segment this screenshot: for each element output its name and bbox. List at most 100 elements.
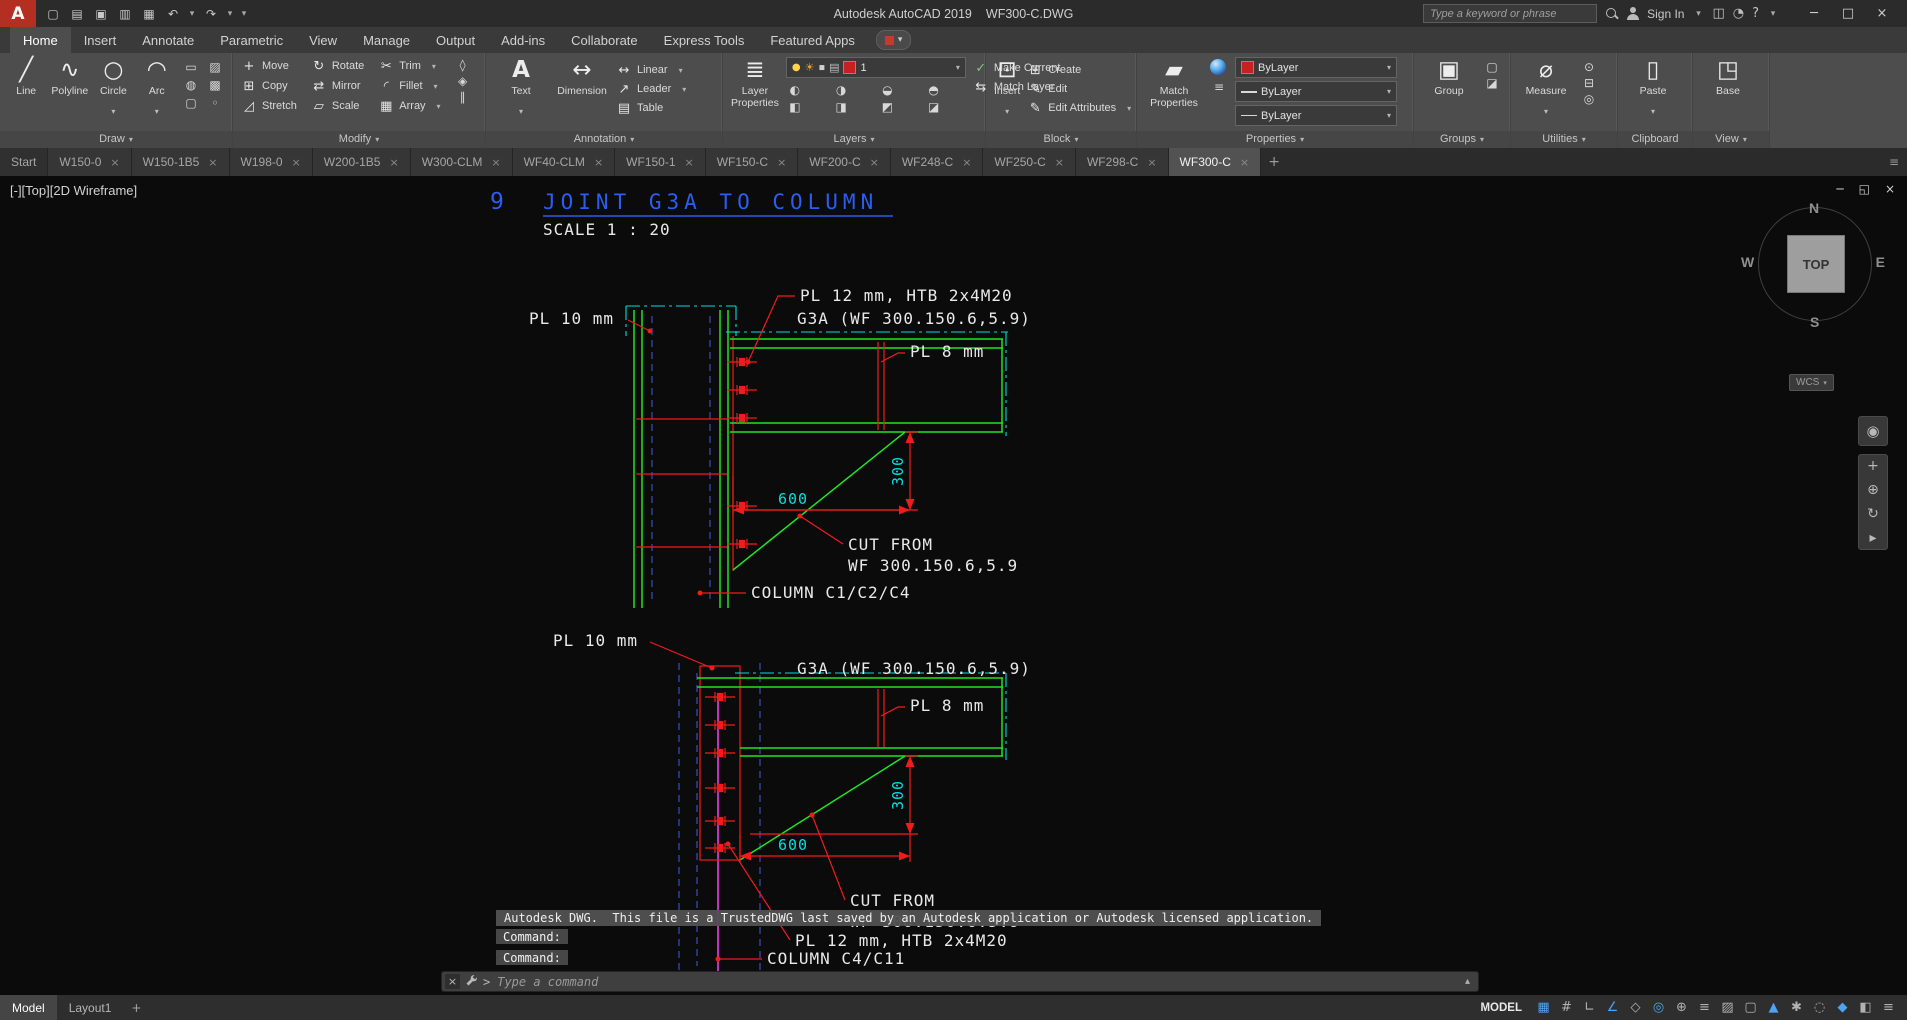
- viewcube-top-face[interactable]: TOP: [1787, 235, 1845, 293]
- wcs-selector[interactable]: WCS ▾: [1789, 374, 1834, 391]
- match-properties-button[interactable]: ▰ Match Properties: [1145, 57, 1203, 109]
- annotation-visibility-icon[interactable]: ▲: [1763, 998, 1784, 1017]
- file-tab-wf250-c[interactable]: WF250-C ×: [983, 148, 1076, 176]
- file-tab-close-icon[interactable]: ×: [1240, 156, 1249, 169]
- doc-minimize-icon[interactable]: ─: [1836, 182, 1843, 196]
- file-tab-wf150-1[interactable]: WF150-1 ×: [615, 148, 706, 176]
- ribbon-tab-insert[interactable]: Insert: [71, 27, 130, 53]
- view-panel-title[interactable]: View ▾: [1693, 131, 1769, 148]
- create-block-button[interactable]: ⊞ Create: [1027, 61, 1137, 79]
- orbit-icon[interactable]: ↻: [1867, 507, 1879, 521]
- layer-off-icon[interactable]: ◐: [786, 82, 804, 97]
- copy-button[interactable]: ⊞ Copy: [241, 77, 297, 95]
- file-tab-close-icon[interactable]: ×: [777, 156, 786, 169]
- viewcube-south[interactable]: S: [1810, 314, 1819, 330]
- layer-dropdown-caret-icon[interactable]: ▾: [956, 63, 960, 72]
- command-history-toggle-icon[interactable]: ▴: [1460, 976, 1475, 987]
- file-tab-close-icon[interactable]: ×: [870, 156, 879, 169]
- customization-menu-icon[interactable]: ≡: [1878, 998, 1899, 1017]
- layout1-tab[interactable]: Layout1: [57, 995, 124, 1020]
- help-icon[interactable]: ?: [1752, 6, 1759, 21]
- move-button[interactable]: + Move: [241, 57, 297, 75]
- help-caret-icon[interactable]: ▾: [1767, 9, 1779, 19]
- plot-button[interactable]: ▦: [138, 4, 160, 24]
- ribbon-tab-annotate[interactable]: Annotate: [129, 27, 207, 53]
- model-space-toggle[interactable]: MODEL: [1471, 1002, 1531, 1014]
- file-tab-w150-1b5[interactable]: W150-1B5 ×: [131, 148, 230, 176]
- new-layout-button[interactable]: +: [123, 1001, 149, 1015]
- array-button[interactable]: ▦ Array ▾: [378, 97, 446, 115]
- file-tab-close-icon[interactable]: ×: [208, 156, 217, 169]
- linetype-dropdown[interactable]: ByLayer ▾: [1235, 105, 1397, 126]
- ribbon-tab-parametric[interactable]: Parametric: [207, 27, 296, 53]
- rectangle-icon[interactable]: ▭: [182, 59, 200, 74]
- trim-button[interactable]: ✂ Trim ▾: [378, 57, 446, 75]
- line-button[interactable]: ╱ Line: [8, 57, 44, 97]
- dimension-button[interactable]: ↔ Dimension: [555, 57, 609, 97]
- pan-icon[interactable]: +: [1867, 459, 1879, 473]
- tab-overflow-button[interactable]: ≡: [1881, 148, 1907, 176]
- command-customize-icon[interactable]: [465, 974, 478, 990]
- fillet-button[interactable]: ◜ Fillet ▾: [378, 77, 446, 95]
- layer-freeze-tool-icon[interactable]: ◒: [878, 82, 896, 97]
- file-tab-wf40-clm[interactable]: WF40-CLM ×: [512, 148, 616, 176]
- ribbon-tab-view[interactable]: View: [296, 27, 350, 53]
- layer-thaw-icon[interactable]: ◩: [878, 99, 896, 114]
- layer-properties-button[interactable]: ≣ Layer Properties: [731, 57, 779, 109]
- file-tab-close-icon[interactable]: ×: [1055, 156, 1064, 169]
- file-tab-wf300-c[interactable]: WF300-C ×: [1168, 148, 1262, 176]
- layer-unlock-icon[interactable]: ◪: [925, 99, 943, 114]
- erase-icon[interactable]: ◊: [454, 57, 472, 72]
- zoom-icon[interactable]: ⊕: [1867, 483, 1879, 497]
- layer-bulb-icon[interactable]: ●: [792, 62, 801, 73]
- autocad-logo-icon[interactable]: A: [0, 0, 36, 27]
- ribbon-tab-collaborate[interactable]: Collaborate: [558, 27, 651, 53]
- show-motion-icon[interactable]: ▸: [1869, 531, 1876, 545]
- layer-lock-tool-icon[interactable]: ◓: [925, 82, 943, 97]
- file-tab-close-icon[interactable]: ×: [491, 156, 500, 169]
- ribbon-tab-express-tools[interactable]: Express Tools: [651, 27, 758, 53]
- isodraft-icon[interactable]: ◇: [1625, 998, 1646, 1017]
- model-tab[interactable]: Model: [0, 995, 57, 1020]
- clean-screen-icon[interactable]: ◧: [1855, 998, 1876, 1017]
- qat-menu-caret[interactable]: ▾: [238, 9, 250, 19]
- graphics-performance-icon[interactable]: ◆: [1832, 998, 1853, 1017]
- ortho-icon[interactable]: ∟: [1579, 998, 1600, 1017]
- ellipse-icon[interactable]: ◍: [182, 77, 200, 92]
- groups-panel-title[interactable]: Groups ▾: [1414, 131, 1510, 148]
- file-tab-w200-1b5[interactable]: W200-1B5 ×: [312, 148, 411, 176]
- layers-panel-title[interactable]: Layers ▾: [723, 131, 985, 148]
- command-close-icon[interactable]: ×: [445, 974, 460, 989]
- ribbon-tab-addins[interactable]: Add-ins: [488, 27, 558, 53]
- file-tab-wf150-c[interactable]: WF150-C ×: [705, 148, 799, 176]
- layer-on-icon[interactable]: ◨: [832, 99, 850, 114]
- viewcube-east[interactable]: E: [1876, 254, 1885, 270]
- modify-panel-title[interactable]: Modify ▾: [233, 131, 485, 148]
- boundary-icon[interactable]: ▢: [182, 95, 200, 110]
- app-store-icon[interactable]: ◫: [1712, 6, 1724, 21]
- quick-select-icon[interactable]: ⊙: [1580, 59, 1598, 74]
- command-line[interactable]: × > ▴: [441, 971, 1479, 992]
- layer-dropdown[interactable]: ● ☀ ◾ ▤ 1 ▾: [785, 57, 966, 78]
- block-panel-title[interactable]: Block ▾: [986, 131, 1136, 148]
- selection-cycling-icon[interactable]: ▢: [1740, 998, 1761, 1017]
- ribbon-tab-manage[interactable]: Manage: [350, 27, 423, 53]
- gradient-icon[interactable]: ▩: [206, 77, 224, 92]
- polyline-button[interactable]: ∿ Polyline: [51, 57, 88, 97]
- text-button[interactable]: A Text ▾: [494, 57, 548, 125]
- ungroup-icon[interactable]: ▢: [1483, 59, 1501, 74]
- group-edit-icon[interactable]: ◪: [1483, 75, 1501, 90]
- quick-calc-icon[interactable]: ⊟: [1580, 75, 1598, 90]
- file-tab-close-icon[interactable]: ×: [594, 156, 603, 169]
- new-tab-button[interactable]: +: [1261, 148, 1287, 176]
- osnap-tracking-icon[interactable]: ⊕: [1671, 998, 1692, 1017]
- layer-plot-icon[interactable]: ▤: [829, 61, 839, 74]
- paste-button[interactable]: ▯ Paste ▾: [1626, 57, 1680, 125]
- layer-isolate-icon[interactable]: ◑: [832, 82, 850, 97]
- redo-caret-icon[interactable]: ▾: [224, 9, 236, 19]
- group-button[interactable]: ▣ Group: [1422, 57, 1476, 97]
- snap-icon[interactable]: #: [1556, 998, 1577, 1017]
- file-tab-start[interactable]: Start: [0, 148, 49, 176]
- measure-button[interactable]: ⌀ Measure ▾: [1519, 57, 1573, 125]
- rotate-button[interactable]: ↻ Rotate: [311, 57, 364, 75]
